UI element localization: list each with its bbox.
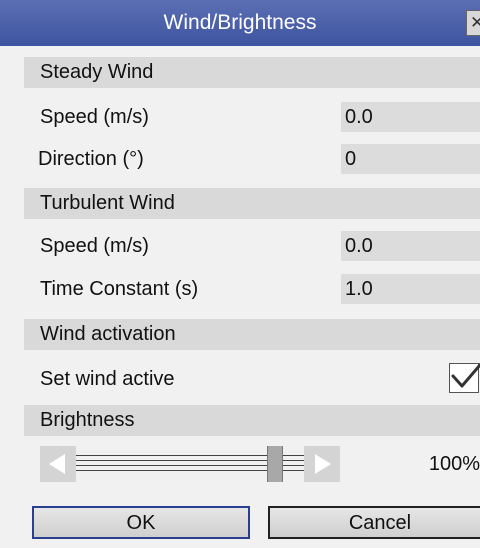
ok-button[interactable]: OK [32, 506, 250, 539]
steady-wind-header-label: Steady Wind [40, 61, 154, 83]
turbulent-speed-field[interactable]: 0.0 [341, 231, 480, 261]
cancel-button[interactable]: Cancel [268, 506, 480, 539]
checkmark-icon [451, 362, 480, 388]
steady-wind-header: Steady Wind [24, 57, 480, 88]
slider-track[interactable] [76, 446, 304, 482]
slider-decrease-button[interactable] [40, 446, 76, 482]
direction-label: Direction (°) [38, 148, 144, 170]
window-title: Wind/Brightness [163, 11, 317, 34]
set-wind-active-label: Set wind active [40, 368, 175, 390]
wind-activation-header-label: Wind activation [40, 323, 176, 345]
time-constant-label: Time Constant (s) [40, 278, 199, 300]
steady-speed-label: Speed (m/s) [40, 106, 149, 128]
direction-field[interactable]: 0 [341, 144, 480, 174]
brightness-slider[interactable] [40, 446, 340, 482]
steady-speed-field[interactable]: 0.0 [341, 102, 480, 132]
time-constant-field[interactable]: 1.0 [341, 274, 480, 304]
close-button[interactable]: ✕ [466, 10, 480, 36]
turbulent-wind-header: Turbulent Wind [24, 188, 480, 219]
slider-increase-button[interactable] [304, 446, 340, 482]
brightness-header: Brightness [24, 405, 480, 436]
slider-thumb[interactable] [267, 446, 283, 482]
brightness-value: 100% [428, 453, 480, 475]
wind-activation-header: Wind activation [24, 319, 480, 350]
turbulent-speed-label: Speed (m/s) [40, 235, 149, 257]
wind-active-checkbox[interactable] [449, 362, 480, 393]
arrow-left-icon [49, 454, 65, 474]
brightness-header-label: Brightness [40, 409, 135, 431]
turbulent-wind-header-label: Turbulent Wind [40, 192, 175, 214]
close-icon: ✕ [470, 13, 480, 32]
arrow-right-icon [315, 454, 331, 474]
